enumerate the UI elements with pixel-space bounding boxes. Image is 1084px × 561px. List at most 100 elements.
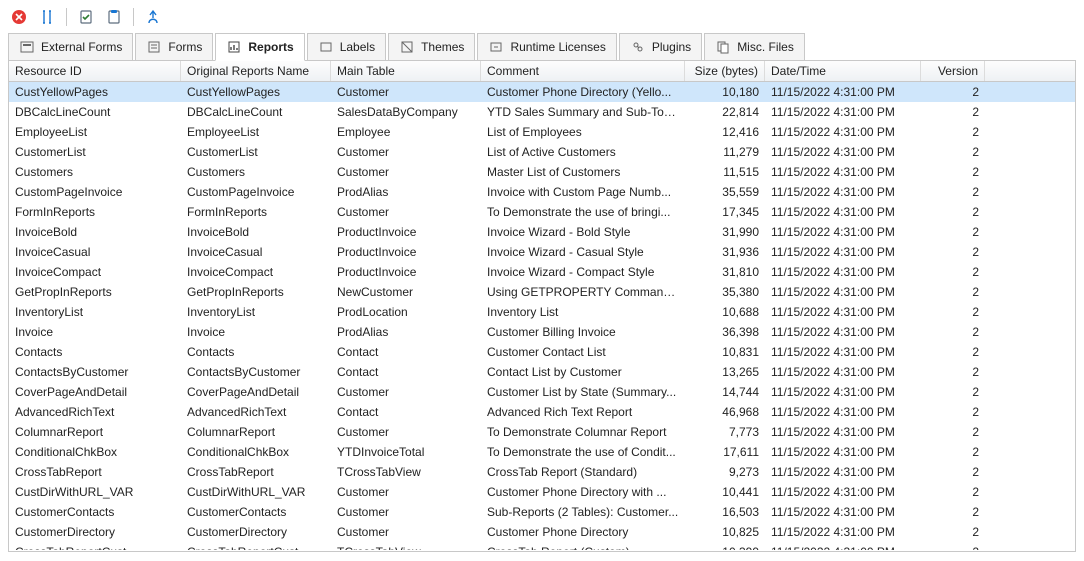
tab-plugins[interactable]: Plugins	[619, 33, 702, 61]
export-icon[interactable]	[144, 8, 162, 26]
tab-label: Runtime Licenses	[510, 40, 605, 54]
clipboard-check-icon[interactable]	[77, 8, 95, 26]
table-row[interactable]: CoverPageAndDetailCoverPageAndDetailCust…	[9, 382, 1075, 402]
cell-version: 2	[921, 205, 985, 219]
cell-datetime: 11/15/2022 4:31:00 PM	[765, 365, 921, 379]
table-row[interactable]: InvoiceCasualInvoiceCasualProductInvoice…	[9, 242, 1075, 262]
col-original-name[interactable]: Original Reports Name	[181, 61, 331, 81]
table-row[interactable]: ColumnarReportColumnarReportCustomerTo D…	[9, 422, 1075, 442]
cell-size: 10,688	[685, 305, 765, 319]
cell-datetime: 11/15/2022 4:31:00 PM	[765, 265, 921, 279]
rename-icon[interactable]	[38, 8, 56, 26]
table-row[interactable]: ContactsByCustomerContactsByCustomerCont…	[9, 362, 1075, 382]
tab-runtime-licenses[interactable]: Runtime Licenses	[477, 33, 616, 61]
cell-original-name: EmployeeList	[181, 125, 331, 139]
col-datetime[interactable]: Date/Time	[765, 61, 921, 81]
tab-misc-files[interactable]: Misc. Files	[704, 33, 805, 61]
col-main-table[interactable]: Main Table	[331, 61, 481, 81]
cell-version: 2	[921, 545, 985, 550]
grid-header: Resource ID Original Reports Name Main T…	[9, 61, 1075, 82]
cell-datetime: 11/15/2022 4:31:00 PM	[765, 225, 921, 239]
cell-version: 2	[921, 85, 985, 99]
cell-main-table: Contact	[331, 405, 481, 419]
table-row[interactable]: InvoiceBoldInvoiceBoldProductInvoiceInvo…	[9, 222, 1075, 242]
table-row[interactable]: FormInReportsFormInReportsCustomerTo Dem…	[9, 202, 1075, 222]
theme-icon	[399, 39, 415, 55]
cell-datetime: 11/15/2022 4:31:00 PM	[765, 245, 921, 259]
cell-original-name: GetPropInReports	[181, 285, 331, 299]
cell-comment: Invoice Wizard - Casual Style	[481, 245, 685, 259]
table-row[interactable]: CustDirWithURL_VARCustDirWithURL_VARCust…	[9, 482, 1075, 502]
cell-datetime: 11/15/2022 4:31:00 PM	[765, 505, 921, 519]
tab-reports[interactable]: Reports	[215, 33, 304, 61]
table-row[interactable]: CustomerDirectoryCustomerDirectoryCustom…	[9, 522, 1075, 542]
cell-datetime: 11/15/2022 4:31:00 PM	[765, 545, 921, 550]
cell-original-name: ColumnarReport	[181, 425, 331, 439]
col-comment[interactable]: Comment	[481, 61, 685, 81]
table-row[interactable]: CustYellowPagesCustYellowPagesCustomerCu…	[9, 82, 1075, 102]
table-row[interactable]: CustomersCustomersCustomerMaster List of…	[9, 162, 1075, 182]
cell-comment: To Demonstrate Columnar Report	[481, 425, 685, 439]
cell-datetime: 11/15/2022 4:31:00 PM	[765, 285, 921, 299]
table-row[interactable]: CustomerContactsCustomerContactsCustomer…	[9, 502, 1075, 522]
cell-original-name: InvoiceBold	[181, 225, 331, 239]
cell-datetime: 11/15/2022 4:31:00 PM	[765, 205, 921, 219]
table-row[interactable]: AdvancedRichTextAdvancedRichTextContactA…	[9, 402, 1075, 422]
cell-original-name: InventoryList	[181, 305, 331, 319]
cell-version: 2	[921, 405, 985, 419]
col-version[interactable]: Version	[921, 61, 985, 81]
table-row[interactable]: CustomPageInvoiceCustomPageInvoiceProdAl…	[9, 182, 1075, 202]
cell-resource-id: ContactsByCustomer	[9, 365, 181, 379]
table-row[interactable]: InvoiceCompactInvoiceCompactProductInvoi…	[9, 262, 1075, 282]
cell-resource-id: CustomPageInvoice	[9, 185, 181, 199]
col-size[interactable]: Size (bytes)	[685, 61, 765, 81]
cell-resource-id: AdvancedRichText	[9, 405, 181, 419]
cell-size: 10,441	[685, 485, 765, 499]
tab-labels[interactable]: Labels	[307, 33, 386, 61]
paste-icon[interactable]	[105, 8, 123, 26]
cell-main-table: Customer	[331, 165, 481, 179]
table-row[interactable]: ConditionalChkBoxConditionalChkBoxYTDInv…	[9, 442, 1075, 462]
cell-original-name: CustomerList	[181, 145, 331, 159]
cell-comment: List of Active Customers	[481, 145, 685, 159]
cell-original-name: CrossTabReport	[181, 465, 331, 479]
grid-body[interactable]: CustYellowPagesCustYellowPagesCustomerCu…	[9, 82, 1075, 550]
cell-version: 2	[921, 445, 985, 459]
cell-comment: Invoice Wizard - Compact Style	[481, 265, 685, 279]
cell-resource-id: CustomerList	[9, 145, 181, 159]
tab-themes[interactable]: Themes	[388, 33, 475, 61]
cell-main-table: Customer	[331, 525, 481, 539]
table-row[interactable]: InvoiceInvoiceProdAliasCustomer Billing …	[9, 322, 1075, 342]
tab-forms[interactable]: Forms	[135, 33, 213, 61]
cell-version: 2	[921, 245, 985, 259]
col-resource-id[interactable]: Resource ID	[9, 61, 181, 81]
table-row[interactable]: ContactsContactsContactCustomer Contact …	[9, 342, 1075, 362]
cell-main-table: ProdAlias	[331, 325, 481, 339]
license-icon	[488, 39, 504, 55]
cell-resource-id: CoverPageAndDetail	[9, 385, 181, 399]
close-icon[interactable]	[10, 8, 28, 26]
table-row[interactable]: CrossTabReportCustCrossTabReportCustTCro…	[9, 542, 1075, 550]
tab-external-forms[interactable]: External Forms	[8, 33, 133, 61]
cell-datetime: 11/15/2022 4:31:00 PM	[765, 145, 921, 159]
cell-original-name: CustomPageInvoice	[181, 185, 331, 199]
table-row[interactable]: DBCalcLineCountDBCalcLineCountSalesDataB…	[9, 102, 1075, 122]
table-row[interactable]: CustomerListCustomerListCustomerList of …	[9, 142, 1075, 162]
cell-datetime: 11/15/2022 4:31:00 PM	[765, 425, 921, 439]
cell-main-table: ProductInvoice	[331, 245, 481, 259]
table-row[interactable]: InventoryListInventoryListProdLocationIn…	[9, 302, 1075, 322]
table-row[interactable]: CrossTabReportCrossTabReportTCrossTabVie…	[9, 462, 1075, 482]
cell-size: 16,503	[685, 505, 765, 519]
table-row[interactable]: EmployeeListEmployeeListEmployeeList of …	[9, 122, 1075, 142]
cell-size: 13,265	[685, 365, 765, 379]
cell-main-table: NewCustomer	[331, 285, 481, 299]
cell-resource-id: GetPropInReports	[9, 285, 181, 299]
cell-comment: Customer Billing Invoice	[481, 325, 685, 339]
label-icon	[318, 39, 334, 55]
cell-main-table: ProdAlias	[331, 185, 481, 199]
cell-main-table: Contact	[331, 345, 481, 359]
cell-version: 2	[921, 385, 985, 399]
cell-main-table: ProdLocation	[331, 305, 481, 319]
cell-datetime: 11/15/2022 4:31:00 PM	[765, 325, 921, 339]
table-row[interactable]: GetPropInReportsGetPropInReportsNewCusto…	[9, 282, 1075, 302]
